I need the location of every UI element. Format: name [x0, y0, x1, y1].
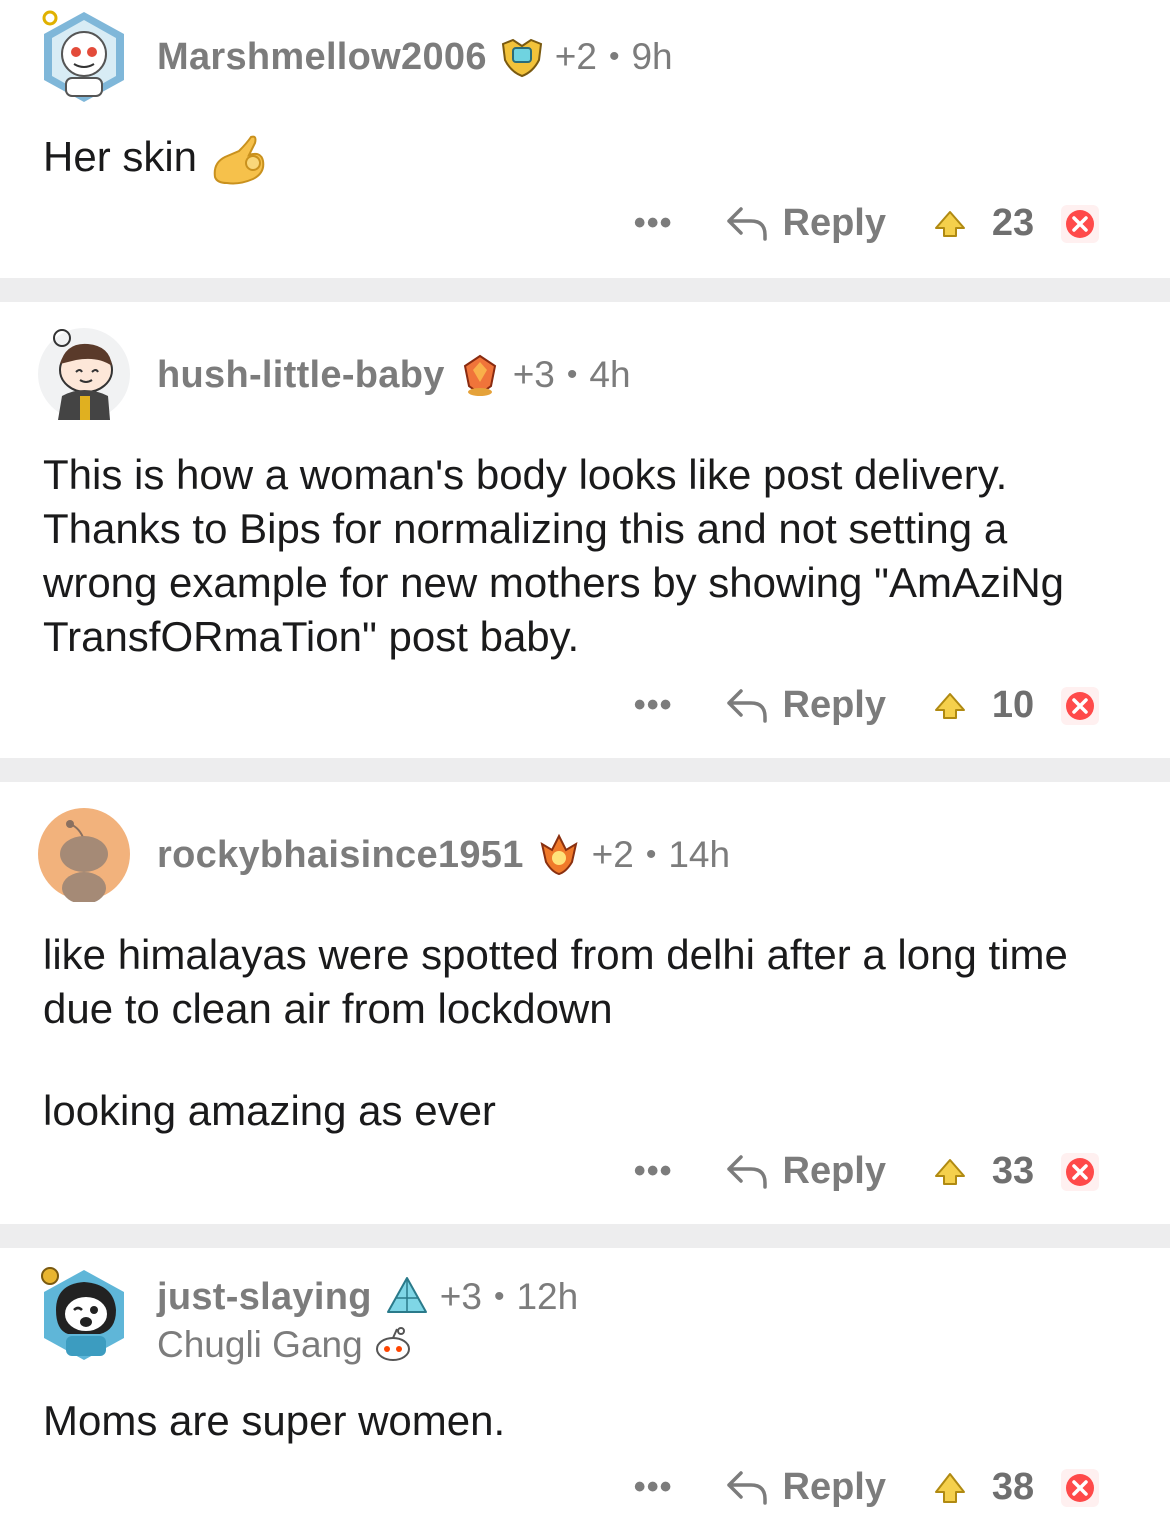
reply-arrow-icon	[726, 688, 767, 723]
comment-age: 9h	[631, 36, 673, 77]
comment-text: Moms are super women.	[43, 1397, 506, 1444]
reply-arrow-icon	[726, 206, 767, 241]
more-options-button[interactable]: •••	[634, 686, 673, 725]
trophy-icon	[540, 833, 578, 876]
reply-label: Reply	[782, 202, 886, 244]
upvote-icon[interactable]	[932, 688, 968, 724]
user-avatar[interactable]	[36, 806, 132, 902]
comment-meta: rockybhaisince1951 +2 • 14h	[157, 832, 730, 878]
comment-meta: Marshmellow2006 +2 • 9h	[157, 34, 673, 80]
downvote-icon[interactable]	[1060, 204, 1100, 244]
more-options-button[interactable]: •••	[634, 1152, 673, 1191]
comment-text: Her skin	[43, 133, 198, 180]
vote-score: 33	[991, 1150, 1035, 1192]
reply-button[interactable]: Reply	[725, 202, 886, 245]
downvote-icon[interactable]	[1060, 1152, 1100, 1192]
downvote-icon[interactable]	[1060, 1468, 1100, 1508]
comment-2: hush-little-baby +3 • 4h This is how a w…	[0, 302, 1170, 758]
trophy-icon	[386, 1277, 427, 1313]
comment-divider	[0, 758, 1170, 782]
flair-text: Chugli Gang	[157, 1324, 363, 1365]
meta-separator: •	[566, 358, 578, 391]
reply-arrow-icon	[726, 1470, 767, 1505]
ok-hand-emoji	[213, 135, 265, 185]
trophy-icon	[501, 38, 542, 78]
meta-separator: •	[493, 1280, 505, 1313]
comment-actions: ••• Reply 23	[634, 202, 1100, 245]
snoo-flair-icon	[375, 1327, 410, 1361]
vote-score: 23	[991, 202, 1035, 244]
meta-separator: •	[608, 40, 620, 73]
comment-text: This is how a woman's body looks like po…	[43, 451, 1065, 660]
award-count: +2	[591, 834, 634, 875]
user-avatar[interactable]	[36, 8, 132, 104]
comment-4: just-slaying +3 • 12h Chugli Gang Moms a…	[0, 1248, 1170, 1535]
reply-label: Reply	[782, 1466, 886, 1508]
comment-body: This is how a woman's body looks like po…	[43, 448, 1130, 664]
reply-label: Reply	[782, 684, 886, 726]
comment-divider	[0, 1224, 1170, 1248]
comment-3: rockybhaisince1951 +2 • 14h like himalay…	[0, 782, 1170, 1224]
reply-label: Reply	[782, 1150, 886, 1192]
meta-separator: •	[645, 838, 657, 871]
upvote-icon[interactable]	[932, 206, 968, 242]
comment-actions: ••• Reply 38	[634, 1466, 1100, 1509]
comment-body: like himalayas were spotted from delhi a…	[43, 928, 1130, 1138]
reply-button[interactable]: Reply	[725, 1150, 886, 1193]
comment-age: 12h	[516, 1276, 579, 1317]
award-count: +3	[512, 354, 555, 395]
comment-actions: ••• Reply 33	[634, 1150, 1100, 1193]
comment-divider	[0, 278, 1170, 302]
user-avatar[interactable]	[36, 1264, 132, 1360]
username[interactable]: Marshmellow2006	[157, 36, 487, 79]
comment-age: 14h	[668, 834, 731, 875]
comment-body: Moms are super women.	[43, 1394, 1130, 1448]
comment-meta: hush-little-baby +3 • 4h	[157, 352, 631, 398]
comment-text: looking amazing as ever	[43, 1087, 496, 1134]
comment-age: 4h	[589, 354, 631, 395]
more-options-button[interactable]: •••	[634, 1468, 673, 1507]
comment-text: like himalayas were spotted from delhi a…	[43, 931, 1068, 1032]
user-avatar[interactable]	[36, 326, 132, 422]
reply-arrow-icon	[726, 1154, 767, 1189]
vote-score: 38	[991, 1466, 1035, 1508]
user-flair: Chugli Gang	[157, 1324, 413, 1366]
more-options-button[interactable]: •••	[634, 204, 673, 243]
username[interactable]: rockybhaisince1951	[157, 834, 524, 877]
comment-1: Marshmellow2006 +2 • 9h Her skin ••• Rep…	[0, 0, 1170, 278]
trophy-icon	[463, 354, 496, 396]
comment-body: Her skin	[43, 130, 1130, 187]
reply-button[interactable]: Reply	[725, 684, 886, 727]
username[interactable]: hush-little-baby	[157, 354, 445, 397]
award-count: +3	[439, 1276, 482, 1317]
downvote-icon[interactable]	[1060, 686, 1100, 726]
comment-meta: just-slaying +3 • 12h	[157, 1274, 578, 1320]
vote-score: 10	[991, 684, 1035, 726]
reply-button[interactable]: Reply	[725, 1466, 886, 1509]
comment-actions: ••• Reply 10	[634, 684, 1100, 727]
username[interactable]: just-slaying	[157, 1276, 372, 1319]
upvote-icon[interactable]	[932, 1154, 968, 1190]
upvote-icon[interactable]	[932, 1470, 968, 1506]
award-count: +2	[554, 36, 597, 77]
